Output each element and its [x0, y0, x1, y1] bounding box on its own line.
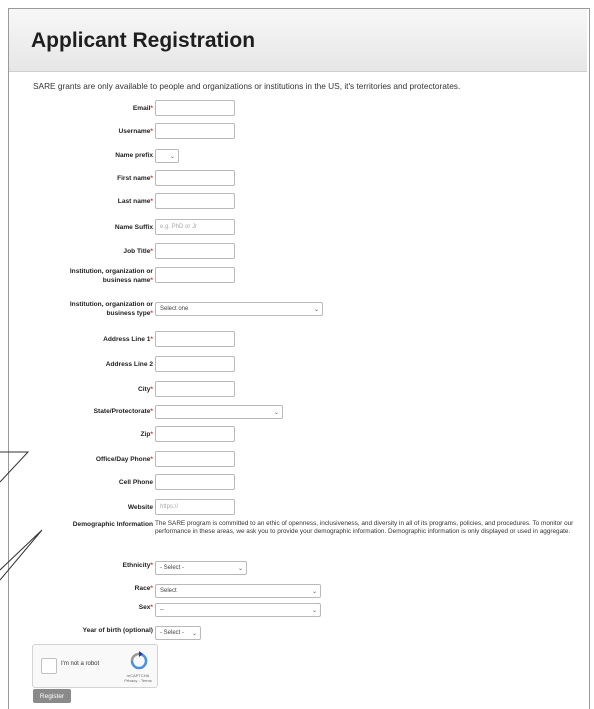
chevron-down-icon: ⌄ [169, 154, 175, 160]
demo-label-text-2: Sex [138, 604, 151, 611]
demo-label-text-3: Year of birth (optional) [82, 627, 153, 634]
field-label-16: Website [43, 503, 153, 512]
required-mark: * [150, 431, 153, 438]
recaptcha-brand: reCAPTCHA Privacy - Terms [123, 673, 153, 683]
field-input-11[interactable] [155, 381, 235, 397]
field-label-15: Cell Phone [43, 478, 153, 487]
demo-label-1: Race* [43, 584, 153, 593]
recaptcha-checkbox[interactable] [41, 658, 57, 674]
required-mark: * [150, 105, 153, 112]
select-value: -- [160, 607, 164, 613]
field-label-text-16: Website [127, 504, 153, 511]
field-label-text-14: Office/Day Phone [95, 456, 151, 463]
field-input-16[interactable]: https:// [155, 499, 235, 515]
required-mark: * [150, 198, 153, 205]
required-mark: * [150, 456, 153, 463]
demo-select-0[interactable]: - Select - ⌄ [155, 561, 247, 575]
field-input-13[interactable] [155, 426, 235, 442]
field-label-text-0: Email [132, 105, 151, 112]
field-label-text-3: First name [117, 175, 151, 182]
field-label-14: Office/Day Phone* [43, 455, 153, 464]
field-label-text-11: City [137, 386, 151, 393]
field-label-3: First name* [43, 174, 153, 183]
field-label-4: Last name* [43, 197, 153, 206]
field-input-9[interactable] [155, 331, 235, 347]
required-mark: * [150, 175, 153, 182]
field-select-2[interactable]: ⌄ [155, 149, 179, 163]
field-label-5: Name Suffix [43, 223, 153, 232]
chevron-down-icon: ⌄ [311, 589, 317, 595]
required-mark: * [150, 128, 153, 135]
field-label-text-12: State/Protectorate [93, 408, 151, 415]
required-mark: * [150, 310, 153, 317]
field-label-0: Email* [43, 104, 153, 113]
recaptcha-label: I'm not a robot [61, 661, 100, 667]
required-mark: * [150, 604, 153, 611]
field-input-0[interactable] [155, 100, 235, 116]
demo-select-3[interactable]: - Select - ⌄ [155, 626, 201, 640]
field-label-text-8: Institution, organization or business ty… [69, 301, 153, 317]
field-label-12: State/Protectorate* [43, 407, 153, 416]
select-value: - Select - [160, 630, 185, 636]
demographic-label: Demographic Information [72, 521, 153, 528]
field-input-3[interactable] [155, 170, 235, 186]
field-label-1: Username* [43, 127, 153, 136]
field-input-6[interactable] [155, 243, 235, 259]
field-select-12[interactable]: ⌄ [155, 405, 283, 419]
required-mark: * [150, 277, 153, 284]
field-label-10: Address Line 2 [43, 360, 153, 369]
chevron-down-icon: ⌄ [237, 566, 243, 572]
field-input-1[interactable] [155, 123, 235, 139]
recaptcha-widget[interactable]: I'm not a robot reCAPTCHA Privacy - Term… [32, 644, 158, 688]
field-label-6: Job Title* [43, 247, 153, 256]
field-input-15[interactable] [155, 474, 235, 490]
demographic-text: The SARE program is committed to an ethi… [155, 520, 574, 535]
demo-label-2: Sex* [43, 603, 153, 612]
field-label-text-15: Cell Phone [118, 479, 153, 486]
demo-select-2[interactable]: -- ⌄ [155, 603, 321, 617]
field-label-text-10: Address Line 2 [105, 361, 153, 368]
field-label-text-13: Zip [140, 431, 151, 438]
select-value: Select [160, 588, 177, 594]
field-label-text-2: Name prefix [115, 152, 153, 159]
field-label-text-5: Name Suffix [114, 224, 153, 231]
recaptcha-logo-icon [130, 651, 148, 670]
field-label-11: City* [43, 385, 153, 394]
field-label-2: Name prefix [43, 151, 153, 160]
field-input-14[interactable] [155, 451, 235, 467]
field-input-5[interactable]: e.g. PhD or Jr [155, 219, 235, 235]
required-mark: * [150, 248, 153, 255]
chevron-down-icon: ⌄ [311, 608, 317, 614]
demo-label-text-1: Race [134, 585, 151, 592]
field-input-10[interactable] [155, 356, 235, 372]
demo-label-text-0: Ethnicity [122, 562, 151, 569]
required-mark: * [150, 336, 153, 343]
field-label-text-6: Job Title [123, 248, 151, 255]
chevron-down-icon: ⌄ [273, 410, 279, 416]
select-value: - Select - [160, 565, 185, 571]
demo-select-1[interactable]: Select ⌄ [155, 584, 321, 598]
field-label-text-1: Username [118, 128, 151, 135]
field-label-7: Institution, organization or business na… [43, 267, 153, 285]
required-mark: * [150, 585, 153, 592]
recaptcha-links[interactable]: Privacy - Terms [123, 678, 153, 683]
field-input-7[interactable] [155, 267, 235, 283]
demo-label-0: Ethnicity* [43, 561, 153, 570]
chevron-down-icon: ⌄ [191, 631, 197, 637]
field-label-9: Address Line 1* [43, 335, 153, 344]
chevron-down-icon: ⌄ [313, 307, 319, 313]
field-label-8: Institution, organization or business ty… [43, 300, 153, 318]
field-label-text-4: Last name [117, 198, 151, 205]
required-mark: * [150, 562, 153, 569]
field-input-4[interactable] [155, 193, 235, 209]
select-value: Select one [160, 306, 189, 312]
demo-label-3: Year of birth (optional) [43, 626, 153, 635]
required-mark: * [150, 386, 153, 393]
field-label-13: Zip* [43, 430, 153, 439]
field-select-8[interactable]: Select one ⌄ [155, 302, 323, 316]
required-mark: * [150, 408, 153, 415]
field-label-text-7: Institution, organization or business na… [69, 268, 153, 284]
field-label-text-9: Address Line 1 [103, 336, 151, 343]
